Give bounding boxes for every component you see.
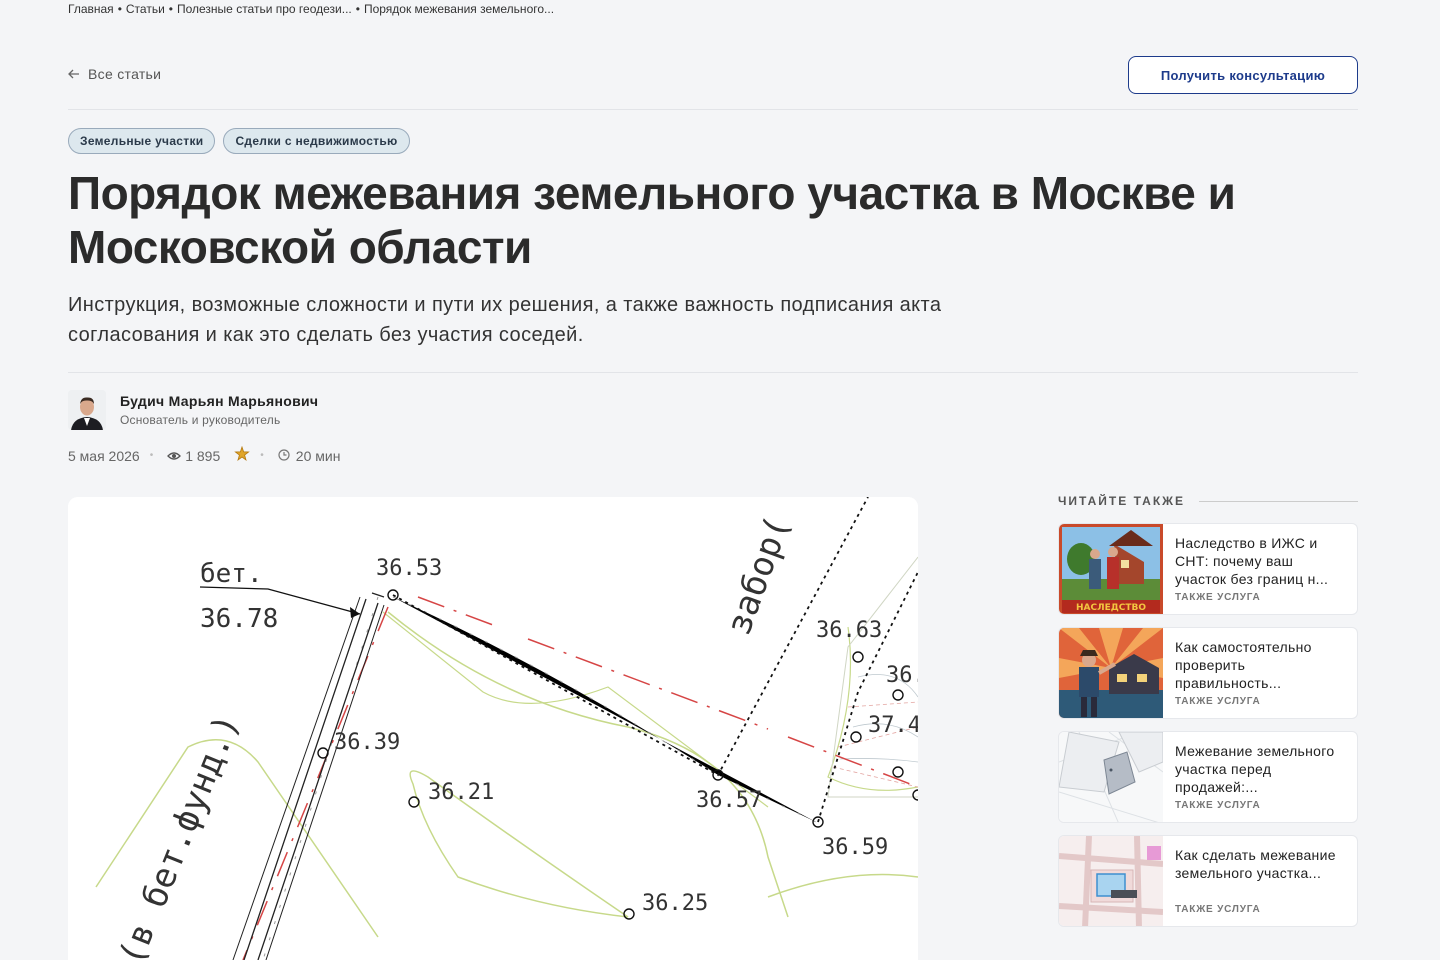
tag-land-plots[interactable]: Земельные участки: [68, 128, 216, 154]
view-count: 1 895: [185, 447, 221, 464]
article-thumbnail: [1059, 628, 1163, 718]
eye-icon: [167, 448, 182, 464]
related-article-card[interactable]: НАСЛЕДСТВО Наследство в ИЖС и СНТ: почем…: [1058, 523, 1358, 615]
read-time: 20 мин: [295, 447, 341, 464]
arrow-left-icon: [68, 66, 80, 82]
related-article-card[interactable]: Как сделать межевание земельного участка…: [1058, 835, 1358, 927]
sidebar-heading-rule: [1199, 500, 1358, 502]
avatar[interactable]: [68, 390, 106, 430]
breadcrumb-separator: •: [117, 2, 122, 16]
breadcrumb-home[interactable]: Главная: [68, 2, 114, 16]
article-thumbnail: [1059, 732, 1164, 822]
hero-label-3657: 36.57: [696, 788, 762, 813]
related-article-title: Межевание земельного участка перед прода…: [1175, 743, 1335, 795]
breadcrumb-current: Порядок межевания земельного...: [363, 2, 555, 16]
related-article-title: Как самостоятельно проверить правильност…: [1175, 639, 1312, 691]
back-link-label: Все статьи: [88, 66, 162, 82]
hero-label-concrete: бет.: [200, 559, 263, 589]
thumbnail-caption: НАСЛЕДСТВО: [1076, 603, 1146, 613]
sidebar-heading-label: ЧИТАЙТЕ ТАКЖЕ: [1058, 494, 1186, 508]
hero-label-3663: 36.63: [816, 618, 882, 643]
tag-list: Земельные участки Сделки с недвижимостью: [68, 128, 410, 154]
read-also-sidebar: ЧИТАЙТЕ ТАКЖЕ НАСЛЕДСТВО Наследство в ИЖ…: [1058, 492, 1358, 927]
meta-separator: •: [260, 450, 264, 461]
sidebar-heading: ЧИТАЙТЕ ТАКЖЕ: [1058, 492, 1358, 510]
breadcrumb-category[interactable]: Полезные статьи про геодези...: [177, 2, 352, 16]
related-article-tag: ТАКЖЕ УСЛУГА: [1175, 696, 1261, 707]
hero-label-369: 36.9: [886, 663, 918, 688]
related-article-tag: ТАКЖЕ УСЛУГА: [1175, 592, 1261, 603]
breadcrumb-separator: •: [168, 2, 173, 16]
breadcrumb-separator: •: [355, 2, 360, 16]
hero-label-3653: 36.53: [376, 556, 442, 581]
survey-plan-drawing: бет. 36.78 36.53 забор( 36.63 36.9 37.46…: [68, 497, 918, 960]
star-badge-icon: [234, 445, 251, 465]
related-article-tag: ТАКЖЕ УСЛУГА: [1175, 904, 1261, 915]
author-name[interactable]: Будич Марьян Марьянович: [120, 393, 318, 409]
hero-label-3659: 36.59: [822, 835, 888, 860]
publish-date: 5 мая 2026: [68, 447, 140, 464]
tag-real-estate-deals[interactable]: Сделки с недвижимостью: [223, 128, 410, 154]
related-article-title: Как сделать межевание земельного участка…: [1175, 847, 1336, 881]
hero-label-3639: 36.39: [334, 730, 400, 755]
author-role: Основатель и руководитель: [120, 413, 281, 427]
breadcrumb-articles[interactable]: Статьи: [126, 2, 165, 16]
divider: [68, 372, 1358, 373]
breadcrumb: Главная • Статьи • Полезные статьи про геоде…: [68, 2, 554, 16]
back-to-articles-link[interactable]: Все статьи: [68, 66, 161, 82]
hero-label-3746: 37.46: [868, 713, 918, 738]
article-thumbnail: [1059, 836, 1164, 926]
meta-separator: •: [149, 450, 154, 461]
clock-icon: [278, 448, 290, 464]
divider: [68, 109, 1358, 110]
hero-label-3621: 36.21: [428, 780, 494, 805]
author-block: Будич Марьян Марьянович Основатель и рук…: [68, 390, 318, 430]
related-article-card[interactable]: Как самостоятельно проверить правильност…: [1058, 627, 1358, 719]
article-meta: 5 мая 2026 • 1 895 • 20 мин: [68, 445, 341, 465]
hero-label-3625: 36.25: [642, 891, 708, 916]
get-consultation-button[interactable]: Получить консультацию: [1128, 56, 1358, 94]
page-title: Порядок межевания земельного участка в М…: [68, 167, 1236, 273]
article-lead: Инструкция, возможные сложности и пути и…: [68, 294, 942, 346]
hero-label-3678: 36.78: [200, 604, 278, 634]
related-article-title: Наследство в ИЖС и СНТ: почему ваш участ…: [1175, 535, 1329, 587]
top-bar: Все статьи Получить консультацию: [68, 56, 1358, 94]
related-article-tag: ТАКЖЕ УСЛУГА: [1175, 800, 1261, 811]
article-thumbnail: НАСЛЕДСТВО: [1059, 524, 1163, 614]
related-article-card[interactable]: Межевание земельного участка перед прода…: [1058, 731, 1358, 823]
hero-image: бет. 36.78 36.53 забор( 36.63 36.9 37.46…: [68, 497, 918, 960]
